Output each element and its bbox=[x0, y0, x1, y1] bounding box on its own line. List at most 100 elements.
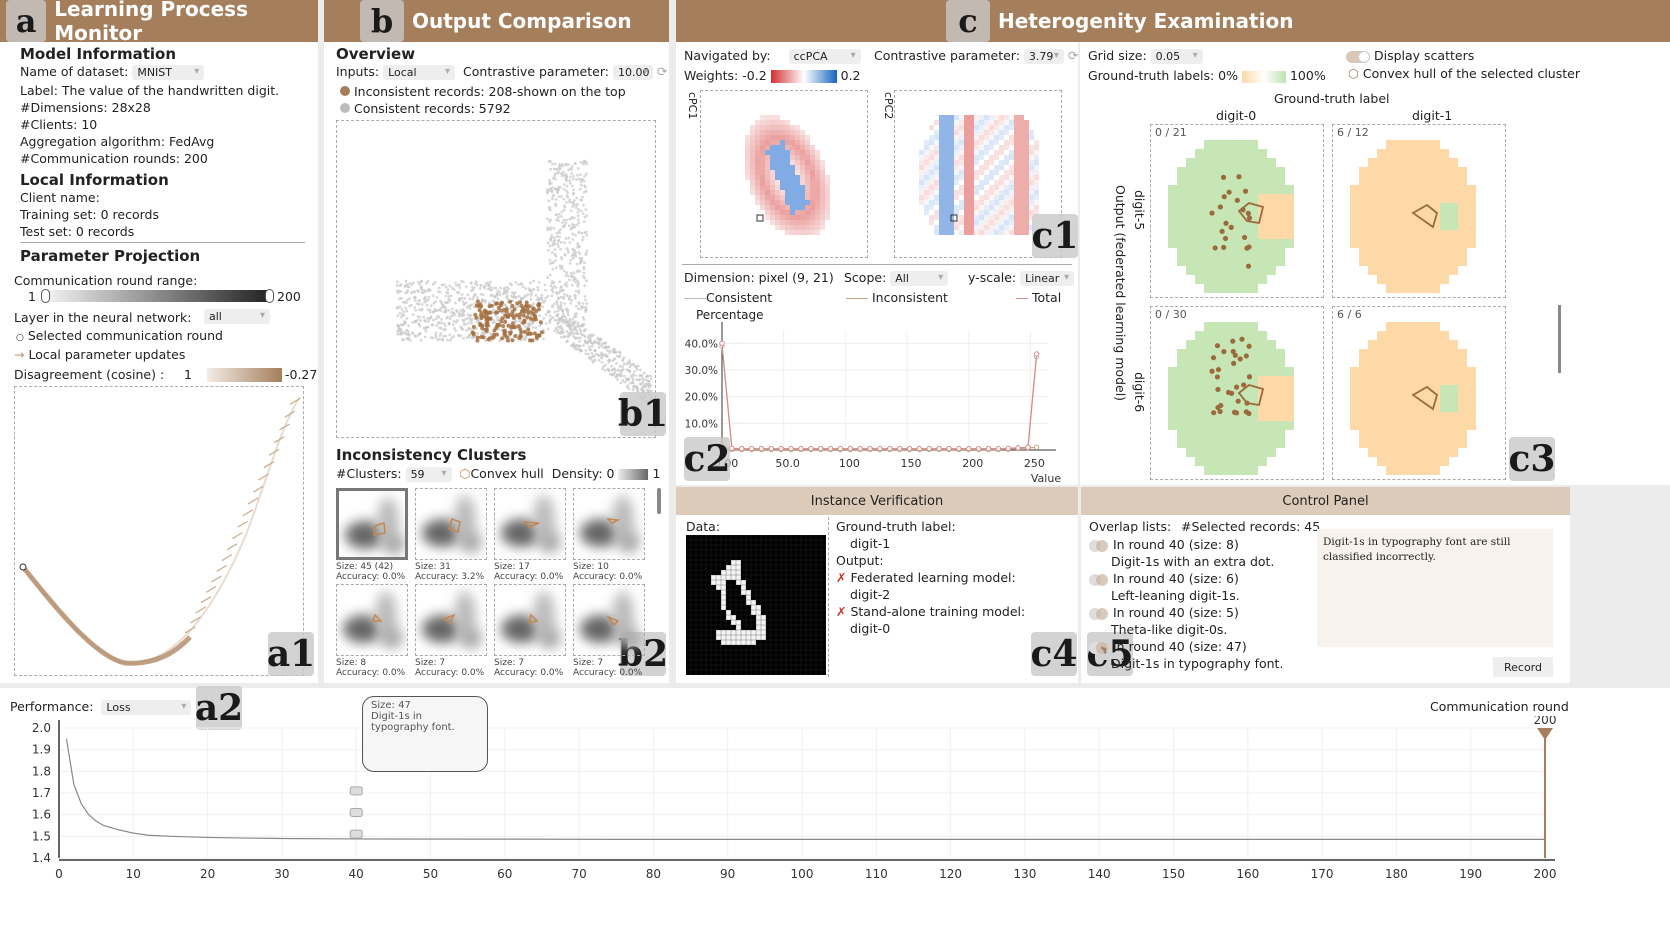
heatmap-cell bbox=[765, 115, 770, 120]
cluster-tile[interactable] bbox=[494, 584, 566, 656]
overlap-item[interactable]: In round 40 (size: 5) bbox=[1089, 605, 1239, 620]
consistent-point bbox=[431, 294, 435, 298]
consistent-point bbox=[562, 297, 566, 300]
overlap-item[interactable]: In round 40 (size: 6) bbox=[1089, 571, 1239, 586]
grid-cell bbox=[1359, 349, 1368, 358]
overlap-item[interactable]: In round 40 (size: 8) bbox=[1089, 537, 1239, 552]
cluster-tile[interactable] bbox=[494, 488, 566, 560]
consistent-point bbox=[466, 293, 470, 297]
x-tick-label: 180 bbox=[1385, 867, 1408, 881]
consistent-point bbox=[475, 319, 479, 323]
grid-cell bbox=[1386, 230, 1395, 239]
consistent-point bbox=[579, 329, 583, 333]
c-refresh-icon[interactable]: ⟳ bbox=[1068, 48, 1078, 63]
consistent-point bbox=[608, 349, 612, 353]
refresh-icon[interactable]: ⟳ bbox=[657, 64, 667, 79]
matrix-cell[interactable]: 6 / 12 bbox=[1332, 124, 1506, 298]
inputs-select[interactable]: Local bbox=[383, 65, 456, 80]
heatmap-cell bbox=[1029, 190, 1034, 195]
heatmap-cell bbox=[939, 205, 944, 210]
record-button[interactable]: Record bbox=[1493, 657, 1553, 677]
dataset-select[interactable]: MNIST bbox=[132, 65, 205, 80]
consistent-point bbox=[570, 184, 574, 188]
grid-cell bbox=[1449, 367, 1458, 376]
nav-select[interactable]: ccPCA bbox=[788, 49, 861, 64]
parameter-projection-plot[interactable] bbox=[14, 386, 304, 676]
inconsistent-point bbox=[506, 314, 511, 319]
heatmap-cell bbox=[984, 205, 989, 210]
digit-pixel bbox=[721, 580, 726, 585]
cluster-tile[interactable] bbox=[573, 584, 645, 656]
heatmap-cell bbox=[780, 140, 785, 145]
digit-pixel bbox=[736, 565, 741, 570]
heatmap-cell bbox=[1024, 125, 1029, 130]
consistent-point bbox=[571, 321, 575, 325]
c-contrastive-input[interactable]: 3.79 bbox=[1023, 49, 1064, 64]
heatmap-cell bbox=[820, 170, 825, 175]
overlap-item[interactable]: In round 40 (size: 47) bbox=[1089, 639, 1247, 654]
heatmap-cell bbox=[974, 115, 979, 120]
inconsistent-point bbox=[495, 310, 500, 315]
grid-size-input[interactable]: 0.05 bbox=[1150, 49, 1203, 64]
grid-cell bbox=[1186, 176, 1195, 185]
matrix-scrollbar[interactable] bbox=[1558, 305, 1561, 373]
grid-cell bbox=[1267, 230, 1276, 239]
heatmap-cell bbox=[994, 170, 999, 175]
range-handle-min[interactable] bbox=[41, 289, 50, 303]
performance-select[interactable]: Loss bbox=[101, 700, 192, 715]
clusters-scrollbar[interactable] bbox=[657, 488, 661, 514]
heatmap-cell bbox=[1014, 115, 1019, 120]
matrix-cell[interactable]: 6 / 6 bbox=[1332, 306, 1506, 480]
output-scatter-plot[interactable] bbox=[336, 120, 656, 438]
display-scatters-toggle[interactable] bbox=[1346, 50, 1370, 63]
cluster-tile[interactable] bbox=[573, 488, 645, 560]
heatmap-cell bbox=[750, 125, 755, 130]
cluster-tile[interactable] bbox=[336, 488, 408, 560]
heatmap-cell bbox=[1014, 130, 1019, 135]
round-range-slider[interactable] bbox=[41, 289, 274, 303]
grid-cell bbox=[1395, 248, 1404, 257]
pixel-distribution-chart[interactable]: Percentage10.0%20.0%30.0%40.0%0.0050.010… bbox=[676, 305, 1076, 485]
heatmap-cell bbox=[949, 185, 954, 190]
consistent-point bbox=[560, 164, 564, 168]
performance-chart[interactable]: 1.41.51.61.71.81.92.00 10 20 30 40 50 60 70 80 90… bbox=[0, 716, 1670, 916]
consistent-point bbox=[465, 305, 469, 309]
grid-cell bbox=[1267, 430, 1276, 439]
heatmap-cell bbox=[770, 155, 775, 160]
grid-cell bbox=[1177, 394, 1186, 403]
grid-cell bbox=[1413, 185, 1422, 194]
cluster-tile[interactable] bbox=[336, 584, 408, 656]
sa-model-label: Stand-alone training model: bbox=[850, 604, 1026, 619]
consistent-point bbox=[407, 336, 411, 340]
heatmap-cell bbox=[969, 120, 974, 125]
cluster-tile[interactable] bbox=[415, 488, 487, 560]
consistent-point bbox=[475, 280, 478, 284]
matrix-cell[interactable]: 0 / 30 bbox=[1150, 306, 1324, 480]
heatmap-cell bbox=[964, 195, 969, 200]
range-handle-max[interactable] bbox=[265, 289, 274, 303]
heatmap-cell bbox=[984, 190, 989, 195]
grid-cell bbox=[1231, 430, 1240, 439]
heatmap-cell bbox=[964, 150, 969, 155]
inconsistent-point bbox=[481, 335, 486, 340]
grid-cell bbox=[1377, 158, 1386, 167]
heatmap-cell bbox=[785, 205, 790, 210]
cluster-accuracy: Accuracy: 3.2% bbox=[415, 572, 485, 582]
heatmap-cell bbox=[790, 195, 795, 200]
heatmap-cell bbox=[1024, 225, 1029, 230]
clusters-count-input[interactable]: 59 bbox=[405, 467, 452, 482]
cluster-tile[interactable] bbox=[415, 584, 487, 656]
heatmap-cell bbox=[969, 220, 974, 225]
consistent-point bbox=[570, 275, 573, 279]
contrastive-input[interactable]: 10.00 bbox=[612, 65, 653, 80]
scope-select[interactable]: All bbox=[890, 271, 949, 286]
yscale-select[interactable]: Linear bbox=[1020, 271, 1075, 286]
cpc1-heatmap[interactable] bbox=[700, 90, 868, 258]
heatmap-cell bbox=[999, 185, 1004, 190]
note-textarea[interactable]: Digit-1s in typography font are still cl… bbox=[1317, 529, 1553, 647]
consistent-point bbox=[558, 167, 562, 171]
matrix-cell[interactable]: 0 / 21 bbox=[1150, 124, 1324, 298]
cluster-hull-svg bbox=[371, 613, 383, 622]
consistent-point bbox=[597, 345, 601, 349]
layer-select[interactable]: all bbox=[204, 309, 270, 324]
